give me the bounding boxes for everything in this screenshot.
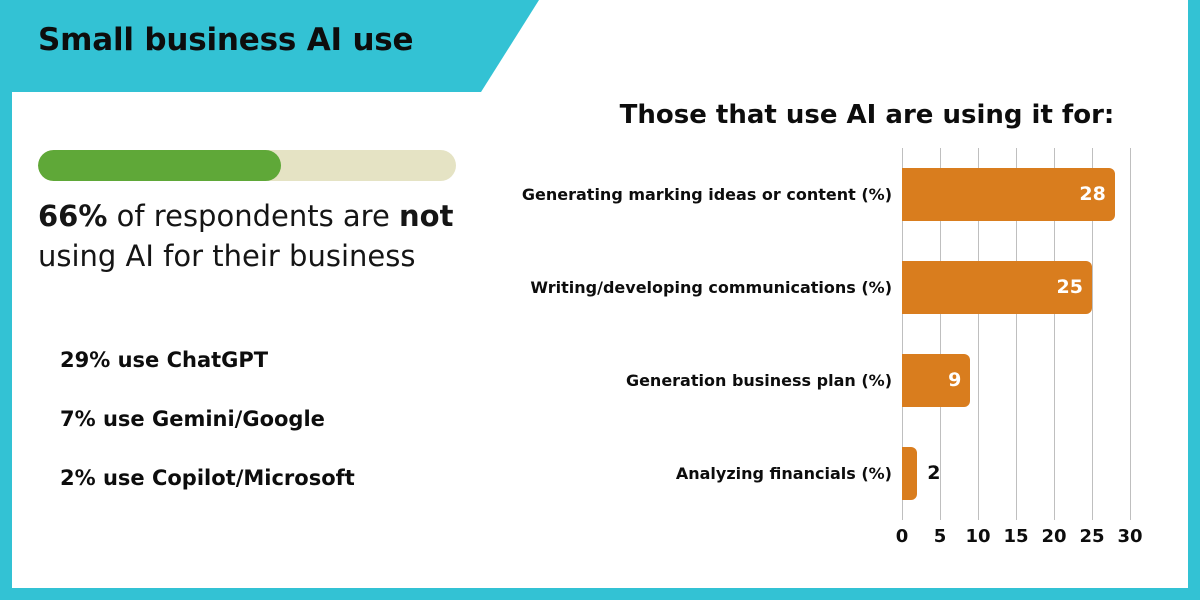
bar-row: 25 Writing/developing communications (%) <box>530 241 1130 334</box>
bar-category-label: Analyzing financials (%) <box>675 464 892 483</box>
headline-middle: of respondents are <box>107 199 400 233</box>
headline-tail: using AI for their business <box>38 239 416 273</box>
x-axis-tick-label: 5 <box>933 526 947 547</box>
headline-text: 66% of respondents are not using AI for … <box>38 196 468 276</box>
x-axis-tick-label: 20 <box>1041 526 1067 547</box>
x-axis-tick-label: 30 <box>1117 526 1143 547</box>
bar-category-label: Generation business plan (%) <box>625 371 892 390</box>
x-axis-tick-label: 25 <box>1079 526 1105 547</box>
bar[interactable] <box>902 447 918 500</box>
stat-item: 2% use Copilot/Microsoft <box>60 466 355 490</box>
chart-title: Those that use AI are using it for: <box>619 100 1115 130</box>
gridline <box>1130 148 1131 520</box>
progress-bar-fill <box>38 150 281 181</box>
stat-item: 7% use Gemini/Google <box>60 407 325 431</box>
stat-list: 29% use ChatGPT 7% use Gemini/Google 2% us… <box>60 348 480 525</box>
progress-bar-track <box>38 150 456 181</box>
x-axis-tick-label: 15 <box>1003 526 1029 547</box>
bar-category-label: Generating marking ideas or content (%) <box>521 185 892 204</box>
x-axis-tick-label: 10 <box>965 526 991 547</box>
bar-row: 2 Analyzing financials (%) <box>676 427 1130 520</box>
headline-percent: 66% <box>38 199 108 233</box>
bar-value-label: 25 <box>1056 276 1083 298</box>
infographic-canvas: Small business AI use 66% of respondents… <box>12 0 1188 588</box>
bar-value-label: 28 <box>1079 183 1106 205</box>
bar-row: 9 Generation business plan (%) <box>626 334 1130 427</box>
bar-value-label: 2 <box>927 462 941 484</box>
bar-value-label: 9 <box>948 369 962 391</box>
x-axis-tick-label: 0 <box>895 526 909 547</box>
bar-row: 28 Generating marking ideas or content (%… <box>522 148 1130 241</box>
stat-item: 29% use ChatGPT <box>60 348 269 372</box>
infographic-root: Small business AI use 66% of respondents… <box>0 0 1200 600</box>
bar-chart-plot: 0 5 10 15 20 25 30 28 Generating marking ideas o… <box>522 148 1143 547</box>
bar-category-label: Writing/developing communications (%) <box>530 278 892 297</box>
headline-emphasis: not <box>399 199 454 233</box>
page-title: Small business AI use <box>38 22 414 58</box>
